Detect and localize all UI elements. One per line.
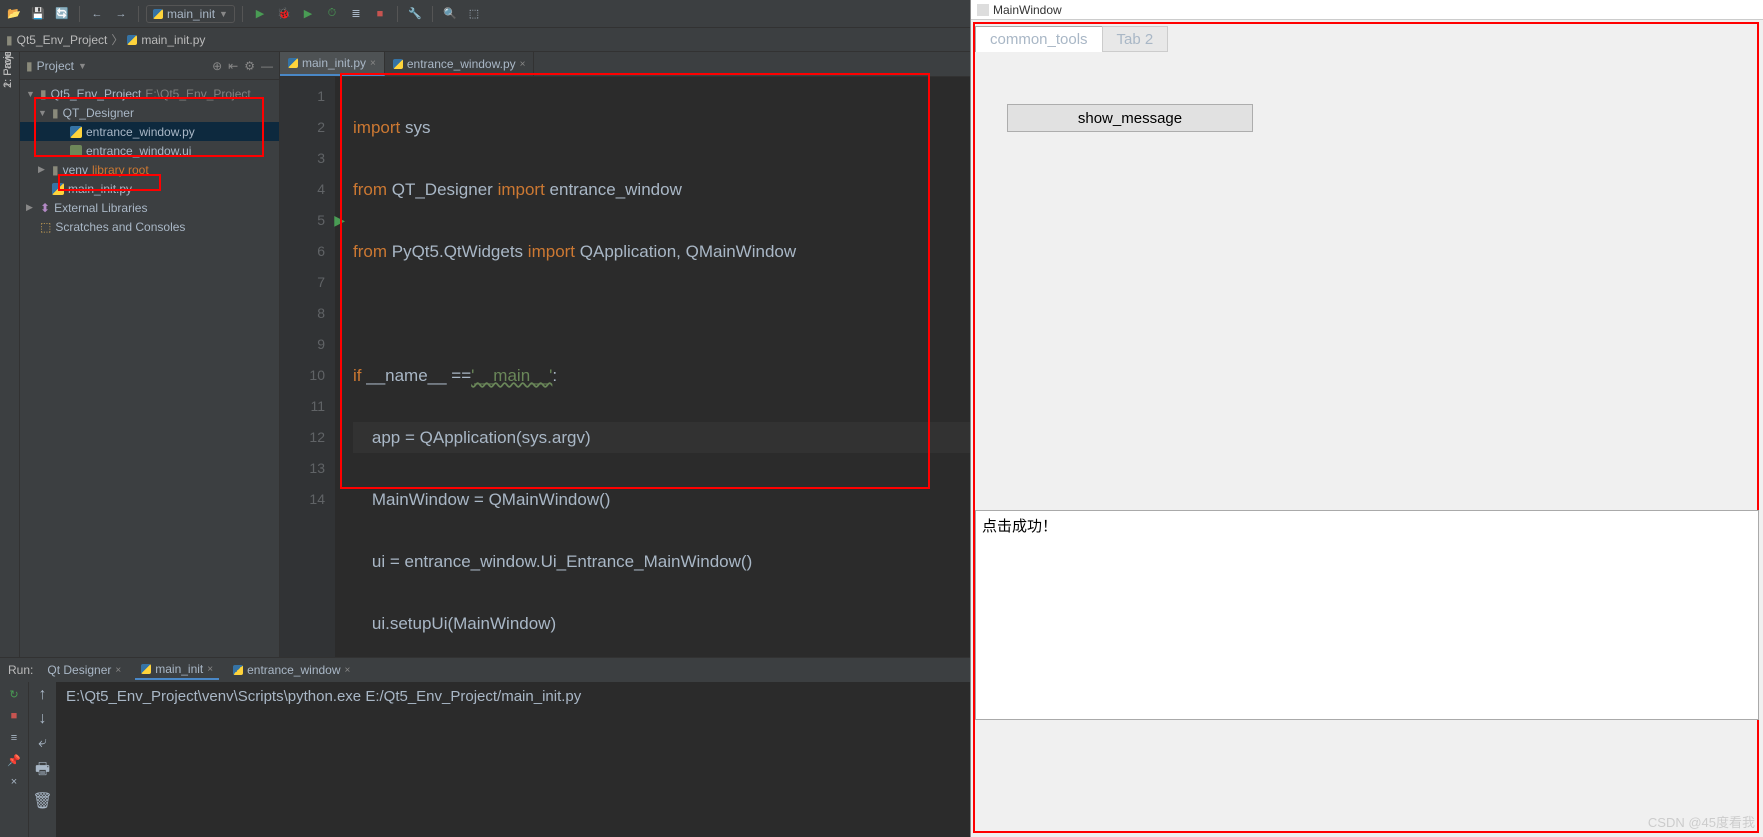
run-config-label: main_init [167,7,215,21]
structure-icon[interactable]: ⬚ [464,4,484,24]
qt-text-output[interactable]: 点击成功！ [975,510,1759,720]
python-file-icon [70,126,82,138]
main-split: 1: Project 2: Favorites ▮ Project ▼ ⊕ ⇤ … [0,52,970,657]
qt-title-text: MainWindow [993,3,1062,17]
editor-area: main_init.py × entrance_window.py × 1 2 … [280,52,970,657]
run-panel: Run: Qt Designer × main_init × entrance_… [0,657,970,837]
run-config-combo[interactable]: main_init ▼ [146,5,235,23]
python-file-icon [52,183,64,195]
left-sidetabs[interactable]: 1: Project 2: Favorites [0,52,20,657]
tab-entrance-window[interactable]: entrance_window.py × [385,52,535,76]
settings-icon[interactable]: 🔧 [405,4,425,24]
stop-icon[interactable]: ■ [370,4,390,24]
breadcrumb-file[interactable]: main_init.py [141,33,205,47]
layout-icon[interactable]: ≡ [6,730,22,746]
run-tab-entrance[interactable]: entrance_window × [227,661,356,679]
tree-qt-designer[interactable]: ▼▮ QT_Designer [20,103,279,122]
editor-tabs: main_init.py × entrance_window.py × [280,52,970,77]
chevron-down-icon: ▼ [219,9,228,19]
run-tabs: Run: Qt Designer × main_init × entrance_… [0,658,970,682]
close-icon[interactable]: × [115,665,121,676]
close-icon[interactable]: × [370,58,376,69]
up-icon[interactable]: ↑ [39,686,47,704]
stop-icon[interactable]: ■ [6,708,22,724]
python-icon [288,58,298,68]
rerun-icon[interactable]: ↻ [6,686,22,702]
forward-icon[interactable]: → [111,4,131,24]
qt-mainwindow: MainWindow common_tools Tab 2 show_messa… [970,0,1763,837]
breadcrumb-project[interactable]: Qt5_Env_Project [17,33,108,47]
chevron-right-icon: 〉 [111,31,123,48]
run-side-toolbar: ↻ ■ ≡ 📌 × [0,682,28,837]
tab-main-init[interactable]: main_init.py × [280,52,385,76]
window-icon [977,4,989,16]
save-icon[interactable]: 💾 [28,4,48,24]
editor-body[interactable]: 1 2 3 4 5▶ 6 7 8 9 10 11 12 13 14 import… [280,77,970,657]
run-icon[interactable]: ▶ [250,4,270,24]
trash-icon[interactable]: 🗑 [32,791,52,811]
folder-icon: ▮ [6,33,13,47]
search-icon[interactable]: 🔍 [440,4,460,24]
python-icon [127,35,137,45]
project-pane: ▮ Project ▼ ⊕ ⇤ ⚙ — ▼▮ Qt5_Env_Project E… [20,52,280,657]
code-content[interactable]: import sys from QT_Designer import entra… [335,77,970,657]
breadcrumb: ▮ Qt5_Env_Project 〉 main_init.py [0,28,970,52]
close-icon[interactable]: × [520,59,526,70]
pin-icon[interactable]: 📌 [6,752,22,768]
collapse-icon[interactable]: ⇤ [228,59,238,73]
python-icon [393,59,403,69]
main-toolbar: 📂 💾 🔄 ← → main_init ▼ ▶ 🐞 ▶ ⏱ ≣ ■ 🔧 🔍 ⬚ [0,0,970,28]
wrap-icon[interactable]: ⤶ [38,734,47,752]
print-icon[interactable]: 🖶 [35,758,50,785]
gutter: 1 2 3 4 5▶ 6 7 8 9 10 11 12 13 14 [280,77,335,657]
tree-entrance-ui[interactable]: entrance_window.ui [20,141,279,160]
folder-icon: ▮ [26,59,33,73]
coverage-icon[interactable]: ▶ [298,4,318,24]
qt-tab-2[interactable]: Tab 2 [1102,26,1169,52]
open-icon[interactable]: 📂 [4,4,24,24]
tree-ext-libs[interactable]: ▶⬍ External Libraries [20,198,279,217]
project-header: ▮ Project ▼ ⊕ ⇤ ⚙ — [20,52,279,80]
project-title: Project [37,59,74,73]
tree-entrance-py[interactable]: entrance_window.py [20,122,279,141]
qt-tab-common-tools[interactable]: common_tools [975,26,1103,52]
favorites-sidetab[interactable]: 2: Favorites [2,52,14,88]
debug-icon[interactable]: 🐞 [274,4,294,24]
hide-icon[interactable]: — [261,59,273,73]
back-icon[interactable]: ← [87,4,107,24]
qt-titlebar: MainWindow [971,0,1763,20]
down-icon[interactable]: ↓ [39,710,47,728]
python-icon [233,665,243,675]
profile-icon[interactable]: ⏱ [322,4,342,24]
concurrency-icon[interactable]: ≣ [346,4,366,24]
close-icon[interactable]: × [345,665,351,676]
scroll-to-icon[interactable]: ⊕ [212,59,222,73]
show-message-button[interactable]: show_message [1007,104,1253,132]
project-tree[interactable]: ▼▮ Qt5_Env_Project E:\Qt5_Env_Project ▼▮… [20,80,279,657]
watermark: CSDN @45度看我 [1648,812,1755,831]
close-icon[interactable]: × [207,664,213,675]
console-line: E:\Qt5_Env_Project\venv\Scripts\python.e… [66,688,960,705]
run-tab-designer[interactable]: Qt Designer × [41,661,127,679]
gear-icon[interactable]: ⚙ [244,59,255,73]
qt-tabbar: common_tools Tab 2 [975,26,1759,52]
refresh-icon[interactable]: 🔄 [52,4,72,24]
run-side-toolbar2: ↑ ↓ ⤶ 🖶 🗑 [28,682,56,837]
chevron-down-icon[interactable]: ▼ [78,61,87,71]
console-output[interactable]: E:\Qt5_Env_Project\venv\Scripts\python.e… [56,682,970,837]
tree-main-init[interactable]: main_init.py [20,179,279,198]
run-tab-main-init[interactable]: main_init × [135,660,219,680]
tree-scratches[interactable]: ⬚ Scratches and Consoles [20,217,279,236]
python-icon [141,664,151,674]
run-label: Run: [8,663,33,677]
python-icon [153,9,163,19]
ui-file-icon [70,145,82,157]
qt-body: common_tools Tab 2 show_message 点击成功！ CS… [971,20,1763,837]
tree-venv[interactable]: ▶▮ venv library root [20,160,279,179]
close-panel-icon[interactable]: × [6,774,22,790]
ide-window: 📂 💾 🔄 ← → main_init ▼ ▶ 🐞 ▶ ⏱ ≣ ■ 🔧 🔍 ⬚ … [0,0,970,837]
tree-root[interactable]: ▼▮ Qt5_Env_Project E:\Qt5_Env_Project [20,84,279,103]
